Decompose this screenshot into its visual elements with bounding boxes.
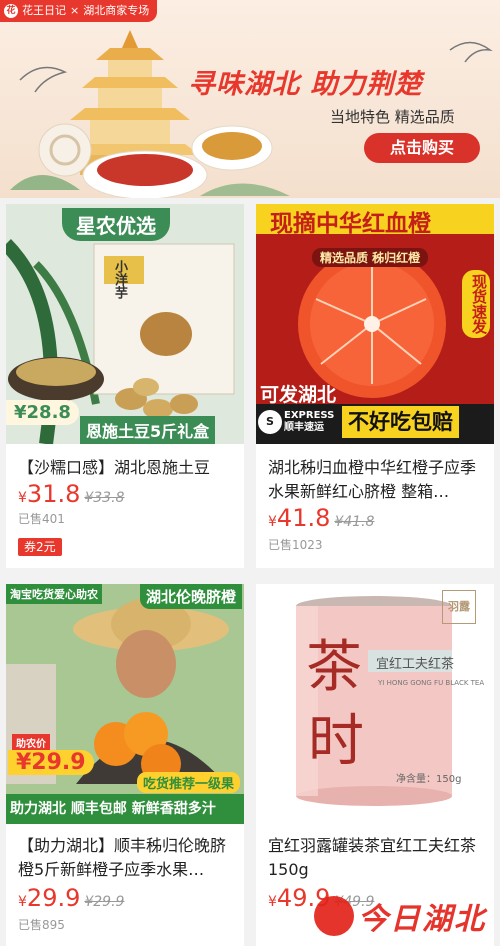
express-en: EXPRESS [284, 410, 335, 421]
express-logo-icon: S [258, 410, 282, 434]
image-top-right-label: 湖北伦晚脐橙 [139, 584, 242, 609]
product-price: ¥29.9 ¥29.9 [18, 884, 124, 912]
banner-title: 寻味湖北 助力荆楚 [188, 69, 423, 100]
seal-stamp: 羽露 [442, 590, 476, 624]
box-text: 小洋芋 [112, 260, 127, 299]
banner-subtitle: 当地特色 精选品质 [330, 108, 455, 126]
product-image[interactable]: 茶 时 宜红工夫红茶 YI HONG GONG FU BLACK TEA 净含量… [256, 584, 494, 824]
product-image[interactable]: 星农优选 小洋芋 ¥28.8 恩施土豆5斤礼盒 [6, 204, 244, 444]
product-image[interactable]: 现摘中华红血橙 精选品质 秭归红橙 现货速发 可发湖北 S EXPRESS 顺丰… [256, 204, 494, 444]
product-card[interactable]: 茶 时 宜红工夫红茶 YI HONG GONG FU BLACK TEA 净含量… [256, 584, 494, 946]
image-bottom-label: 恩施土豆5斤礼盒 [80, 416, 216, 444]
price-tag: ¥28.8 [6, 400, 79, 425]
can-weight: 净含量：150g [396, 774, 462, 785]
product-card[interactable]: 星农优选 小洋芋 ¥28.8 恩施土豆5斤礼盒 【沙糯口感】湖北恩施土豆 ¥31… [6, 204, 244, 568]
sold-count: 已售401 [18, 512, 65, 526]
price-value: 29.9 [26, 884, 81, 912]
can-label: 宜红工夫红茶 [376, 657, 455, 672]
can-character: 茶 [306, 635, 362, 700]
watermark: 今日湖北 [314, 894, 486, 938]
brand-tag: 花 花王日记 × 湖北商家专场 [0, 0, 158, 22]
can-english-label: YI HONG GONG FU BLACK TEA [378, 679, 485, 687]
product-title[interactable]: 【助力湖北】顺丰秭归伦晚脐橙5斤新鲜橙子应季水果… [18, 834, 234, 882]
side-label: 现货速发 [462, 270, 490, 338]
express-cn: 顺丰速运 [284, 422, 324, 433]
price-value: 41.8 [276, 504, 331, 532]
image-top-label: 现摘中华红血橙 [270, 211, 431, 237]
coupon-badge[interactable]: 券2元 [18, 538, 62, 556]
sold-count: 已售1023 [268, 538, 323, 552]
original-price: ¥33.8 [84, 490, 125, 506]
sold-count: 已售895 [18, 918, 65, 932]
price-value: 31.8 [26, 480, 81, 508]
recommend-label: 吃货推荐一级果 [136, 772, 240, 793]
product-title[interactable]: 宜红羽露罐装茶宜红工夫红茶150g [268, 834, 484, 882]
product-title[interactable]: 湖北秭归血橙中华红橙子应季水果新鲜红心脐橙 整箱… [268, 456, 484, 504]
image-bottom-label: 助力湖北 顺丰包邮 新鲜香甜多汁 [10, 801, 216, 817]
image-top-label: 星农优选 [62, 208, 170, 241]
price-symbol: ¥ [268, 894, 277, 910]
original-price: ¥29.9 [84, 894, 125, 910]
buy-button[interactable]: 点击购买 [364, 133, 480, 163]
original-price: ¥41.8 [334, 514, 375, 530]
promo-banner[interactable]: 花 花王日记 × 湖北商家专场 寻味湖北 助力荆楚 当地特色 精选品质 点击购买 [0, 0, 500, 198]
product-title[interactable]: 【沙糯口感】湖北恩施土豆 [18, 456, 234, 480]
can-character-2: 时 [308, 709, 364, 774]
price-symbol: ¥ [268, 514, 277, 530]
image-sub-label: 精选品质 秭归红橙 [312, 248, 429, 267]
ship-label: 可发湖北 [260, 384, 337, 406]
product-card[interactable]: 现摘中华红血橙 精选品质 秭归红橙 现货速发 可发湖北 S EXPRESS 顺丰… [256, 204, 494, 568]
watermark-text: 今日湖北 [358, 902, 486, 937]
brand-tag-text: 湖北商家专场 [83, 4, 150, 17]
guarantee-label: 不好吃包赔 [342, 406, 459, 438]
image-top-left-label: 淘宝吃货爱心助农 [6, 584, 102, 604]
express-label: EXPRESS 顺丰速运 [284, 410, 334, 434]
product-price: ¥31.8 ¥33.8 [18, 480, 124, 508]
price-symbol: ¥ [18, 490, 27, 506]
price-symbol: ¥ [18, 894, 27, 910]
product-price: ¥41.8 ¥41.8 [268, 504, 374, 532]
brand-logo-icon: 花 [4, 4, 18, 18]
watermark-logo-icon [314, 896, 354, 936]
brand-name: 花王日记 [22, 4, 66, 17]
price-tag: ¥29.9 [8, 750, 94, 775]
brand-separator: × [70, 4, 80, 17]
product-image[interactable]: 淘宝吃货爱心助农 湖北伦晚脐橙 助农价 ¥29.9 吃货推荐一级果 助力湖北 顺… [6, 584, 244, 824]
product-card[interactable]: 淘宝吃货爱心助农 湖北伦晚脐橙 助农价 ¥29.9 吃货推荐一级果 助力湖北 顺… [6, 584, 244, 946]
aid-label: 助农价 [12, 734, 50, 751]
